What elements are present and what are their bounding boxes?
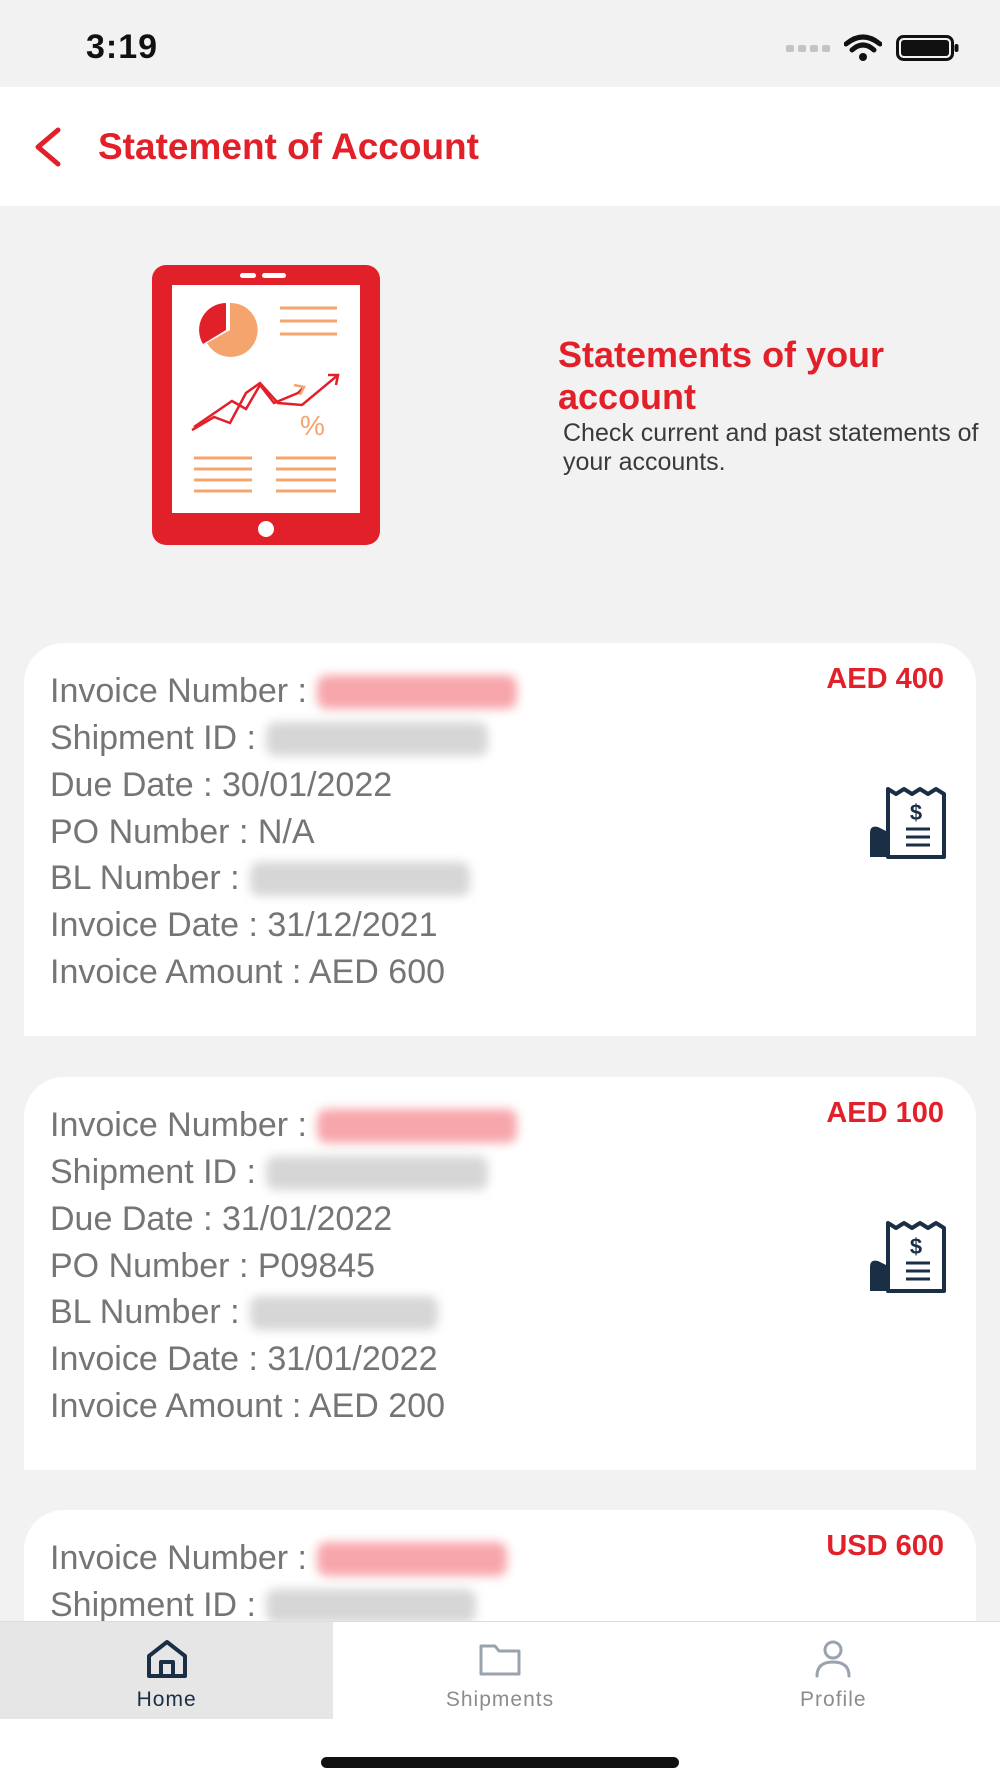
bl-number-row: BL Number : <box>50 859 470 898</box>
invoice-number-label: Invoice Number : <box>50 672 307 710</box>
wifi-icon <box>844 34 882 61</box>
invoice-card[interactable]: AED 100 Invoice Number : Shipment ID : D… <box>24 1077 976 1470</box>
folder-icon <box>479 1644 521 1676</box>
redacted-invoice-number <box>317 1541 507 1576</box>
redacted-shipment-id <box>265 721 488 756</box>
battery-icon <box>896 35 959 61</box>
banner-subtitle: Check current and past statements of you… <box>563 419 979 476</box>
due-date: Due Date : 30/01/2022 <box>50 766 393 804</box>
status-bar: 3:19 <box>0 0 1000 87</box>
invoice-number-label: Invoice Number : <box>50 1106 307 1144</box>
invoice-number-row: Invoice Number : <box>50 672 517 711</box>
po-number: PO Number : N/A <box>50 813 315 851</box>
invoice-card[interactable]: AED 400 Invoice Number : Shipment ID : D… <box>24 643 976 1036</box>
tab-home[interactable]: Home <box>0 1622 334 1719</box>
invoice-date: Invoice Date : 31/12/2021 <box>50 906 438 944</box>
outstanding-amount: AED 100 <box>826 1097 944 1129</box>
redacted-bl-number <box>249 1295 438 1330</box>
status-indicators <box>786 34 960 62</box>
redacted-invoice-number <box>317 1108 517 1143</box>
outstanding-amount: USD 600 <box>826 1530 944 1562</box>
redacted-shipment-id <box>265 1155 488 1190</box>
status-time: 3:19 <box>86 28 159 66</box>
chevron-left-icon <box>35 127 61 167</box>
home-indicator-area <box>0 1719 1000 1778</box>
cellular-signal-icon <box>786 44 830 52</box>
tab-shipments[interactable]: Shipments <box>333 1622 666 1719</box>
invoice-card[interactable]: USD 600 Invoice Number : Shipment ID : <box>24 1510 976 1624</box>
shipment-id-row: Shipment ID : <box>50 1586 476 1625</box>
invoice-date: Invoice Date : 31/01/2022 <box>50 1340 438 1378</box>
invoice-number-row: Invoice Number : <box>50 1106 517 1145</box>
svg-text:%: % <box>300 410 325 441</box>
receipt-icon[interactable]: $ <box>866 1219 948 1293</box>
page-title: Statement of Account <box>98 126 479 167</box>
shipment-id-row: Shipment ID : <box>50 1153 488 1192</box>
tablet-statement-illustration: % <box>152 265 380 545</box>
home-indicator[interactable] <box>321 1757 679 1768</box>
shipment-id-label: Shipment ID : <box>50 719 256 757</box>
invoice-number-label: Invoice Number : <box>50 1539 307 1577</box>
back-button[interactable] <box>28 122 72 172</box>
shipment-id-label: Shipment ID : <box>50 1153 256 1191</box>
user-icon <box>815 1640 851 1678</box>
redacted-shipment-id <box>265 1588 476 1623</box>
receipt-icon[interactable]: $ <box>866 785 948 859</box>
home-icon <box>146 1640 187 1678</box>
po-number: PO Number : P09845 <box>50 1247 376 1285</box>
invoice-amount: Invoice Amount : AED 200 <box>50 1387 446 1425</box>
tab-profile-label: Profile <box>800 1688 867 1711</box>
invoice-amount: Invoice Amount : AED 600 <box>50 953 446 991</box>
bl-number-label: BL Number : <box>50 859 240 897</box>
banner-title: Statements of your account <box>558 334 885 417</box>
app-header: Statement of Account <box>0 87 1000 206</box>
bl-number-label: BL Number : <box>50 1293 240 1331</box>
invoice-number-row: Invoice Number : <box>50 1539 507 1578</box>
bl-number-row: BL Number : <box>50 1293 438 1332</box>
redacted-invoice-number <box>317 674 517 709</box>
tab-home-label: Home <box>136 1688 197 1711</box>
bottom-tab-bar: Home Shipments Profile <box>0 1621 1000 1719</box>
tab-shipments-label: Shipments <box>445 1688 555 1711</box>
shipment-id-label: Shipment ID : <box>50 1586 256 1624</box>
redacted-bl-number <box>249 861 470 896</box>
tab-profile[interactable]: Profile <box>667 1622 1000 1719</box>
svg-text:$: $ <box>910 800 922 825</box>
shipment-id-row: Shipment ID : <box>50 719 488 758</box>
svg-text:$: $ <box>910 1234 922 1259</box>
due-date: Due Date : 31/01/2022 <box>50 1200 393 1238</box>
outstanding-amount: AED 400 <box>826 663 944 695</box>
